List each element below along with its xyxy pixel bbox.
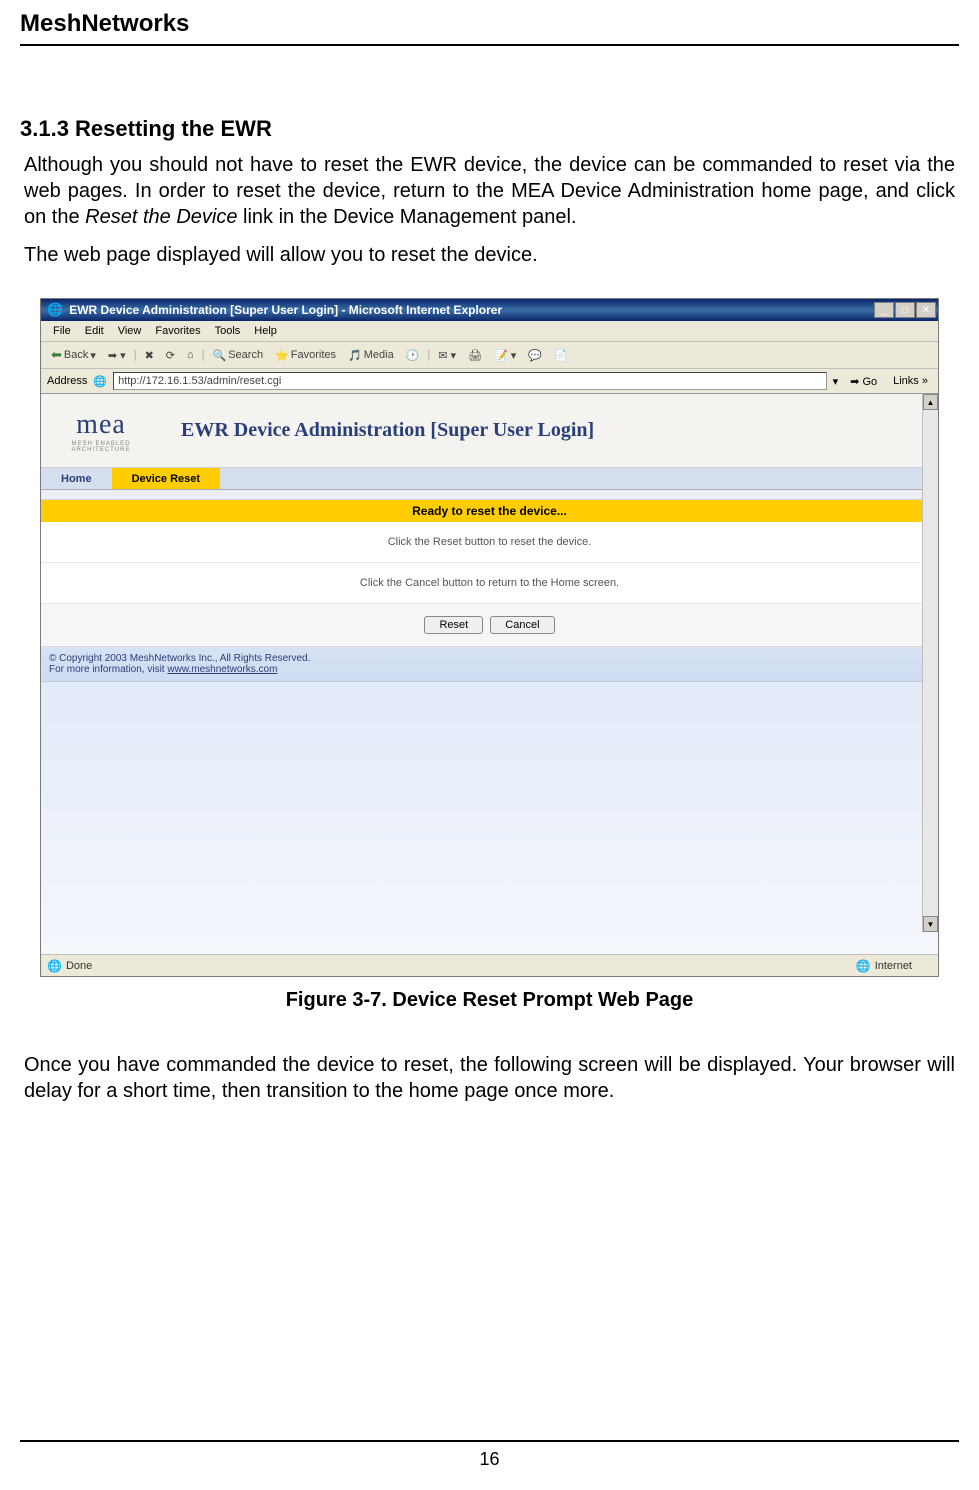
status-zone: 🌐 Internet bbox=[856, 959, 932, 973]
divider bbox=[41, 490, 938, 500]
browser-window: 🌐 EWR Device Administration [Super User … bbox=[40, 298, 939, 977]
address-dropdown-icon[interactable]: ▾ bbox=[833, 375, 839, 388]
paragraph-2: The web page displayed will allow you to… bbox=[24, 242, 955, 268]
scrollbar[interactable]: ▲ ▼ bbox=[922, 394, 938, 932]
menubar: File Edit View Favorites Tools Help bbox=[41, 321, 938, 342]
paragraph-1b: link in the Device Management panel. bbox=[237, 206, 576, 228]
instruction-2: Click the Cancel button to return to the… bbox=[41, 563, 938, 604]
button-row: Reset Cancel bbox=[41, 604, 938, 647]
more-info-text: For more information, visit bbox=[49, 664, 167, 675]
links-button[interactable]: Links » bbox=[889, 373, 932, 389]
menu-edit[interactable]: Edit bbox=[79, 323, 110, 339]
history-button[interactable]: 🕑 bbox=[402, 347, 424, 364]
reset-device-link-text: Reset the Device bbox=[85, 206, 237, 228]
page-header: mea MESH ENABLED ARCHITECTURE EWR Device… bbox=[41, 394, 938, 468]
stop-button[interactable]: ✖ bbox=[141, 347, 158, 364]
ie-icon: 🌐 bbox=[47, 302, 63, 318]
search-button[interactable]: 🔍Search bbox=[209, 347, 268, 364]
address-bar: Address 🌐 http://172.16.1.53/admin/reset… bbox=[41, 369, 938, 394]
done-icon: 🌐 bbox=[47, 959, 62, 973]
more-info-link[interactable]: www.meshnetworks.com bbox=[167, 664, 277, 675]
menu-file[interactable]: File bbox=[47, 323, 77, 339]
menu-view[interactable]: View bbox=[112, 323, 148, 339]
address-label: Address bbox=[47, 375, 87, 387]
go-button[interactable]: ➡ Go bbox=[844, 373, 883, 390]
back-button[interactable]: ⬅Back ▾ bbox=[47, 345, 100, 365]
paragraph-3: Once you have commanded the device to re… bbox=[24, 1052, 955, 1104]
cancel-button[interactable]: Cancel bbox=[490, 616, 554, 634]
refresh-button[interactable]: ⟳ bbox=[162, 347, 179, 364]
nav-home[interactable]: Home bbox=[41, 468, 112, 489]
toolbar: ⬅Back ▾ ➡ ▾ | ✖ ⟳ ⌂ | 🔍Search ⭐Favorites… bbox=[41, 342, 938, 369]
logo-text: mea bbox=[76, 409, 126, 441]
page-number: 16 bbox=[0, 1449, 979, 1470]
figure-caption: Figure 3-7. Device Reset Prompt Web Page bbox=[20, 989, 959, 1012]
screenshot-figure: 🌐 EWR Device Administration [Super User … bbox=[40, 298, 939, 977]
close-button[interactable]: ✕ bbox=[916, 302, 936, 318]
status-band: Ready to reset the device... bbox=[41, 500, 938, 522]
page-content: mea MESH ENABLED ARCHITECTURE EWR Device… bbox=[41, 394, 938, 954]
reset-button[interactable]: Reset bbox=[424, 616, 483, 634]
section-heading: 3.1.3 Resetting the EWR bbox=[20, 116, 959, 142]
status-done-text: Done bbox=[66, 960, 92, 972]
gradient-fill bbox=[41, 682, 938, 932]
statusbar: 🌐 Done 🌐 Internet bbox=[41, 954, 938, 976]
edit-button[interactable]: 📝 ▾ bbox=[490, 347, 520, 364]
copyright-text: © Copyright 2003 MeshNetworks Inc., All … bbox=[49, 653, 930, 664]
menu-tools[interactable]: Tools bbox=[209, 323, 247, 339]
minimize-button[interactable]: _ bbox=[874, 302, 894, 318]
titlebar: 🌐 EWR Device Administration [Super User … bbox=[41, 299, 938, 321]
home-button[interactable]: ⌂ bbox=[183, 347, 198, 363]
reset-panel: Ready to reset the device... Click the R… bbox=[41, 500, 938, 647]
logo: mea MESH ENABLED ARCHITECTURE bbox=[51, 409, 151, 453]
scroll-up-icon[interactable]: ▲ bbox=[923, 394, 938, 410]
menu-favorites[interactable]: Favorites bbox=[149, 323, 206, 339]
mail-button[interactable]: ✉ ▾ bbox=[434, 347, 460, 364]
address-input[interactable]: http://172.16.1.53/admin/reset.cgi bbox=[113, 372, 827, 390]
nav-device-reset[interactable]: Device Reset bbox=[112, 468, 221, 489]
print-button[interactable]: 🖨 bbox=[464, 347, 486, 364]
scroll-down-icon[interactable]: ▼ bbox=[923, 916, 938, 932]
nav-row: Home Device Reset bbox=[41, 468, 938, 490]
globe-icon: 🌐 bbox=[856, 959, 871, 973]
discuss-button[interactable]: 💬 bbox=[524, 347, 546, 364]
instruction-1: Click the Reset button to reset the devi… bbox=[41, 522, 938, 563]
scroll-track[interactable] bbox=[923, 410, 938, 916]
paragraph-1: Although you should not have to reset th… bbox=[24, 152, 955, 230]
logo-subtext: MESH ENABLED ARCHITECTURE bbox=[51, 441, 151, 453]
extra-button[interactable]: 📄 bbox=[550, 347, 572, 364]
address-icon: 🌐 bbox=[93, 375, 107, 388]
footer-copy: © Copyright 2003 MeshNetworks Inc., All … bbox=[41, 647, 938, 682]
forward-button[interactable]: ➡ ▾ bbox=[104, 347, 130, 364]
page-title: EWR Device Administration [Super User Lo… bbox=[151, 419, 928, 442]
back-icon: ⬅ bbox=[51, 347, 62, 363]
doc-header: MeshNetworks bbox=[20, 10, 959, 46]
window-title: EWR Device Administration [Super User Lo… bbox=[67, 303, 874, 317]
media-button[interactable]: 🎵Media bbox=[344, 347, 398, 364]
maximize-button[interactable]: □ bbox=[895, 302, 915, 318]
favorites-button[interactable]: ⭐Favorites bbox=[271, 347, 340, 364]
status-done: 🌐 Done bbox=[47, 959, 856, 973]
footer-rule bbox=[20, 1440, 959, 1442]
menu-help[interactable]: Help bbox=[248, 323, 283, 339]
status-zone-text: Internet bbox=[875, 960, 912, 972]
